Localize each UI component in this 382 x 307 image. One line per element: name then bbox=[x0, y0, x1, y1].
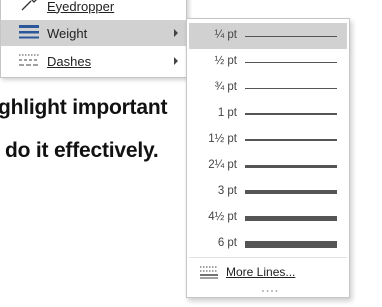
weight-line-sample bbox=[245, 139, 337, 141]
weight-option-half-pt[interactable]: ½ pt bbox=[189, 49, 347, 75]
more-lines-label: More Lines... bbox=[226, 265, 296, 279]
weight-option-label: 1½ pt bbox=[208, 133, 237, 145]
resize-grip-icon[interactable] bbox=[261, 289, 279, 293]
weight-option-3-pt[interactable]: 3 pt bbox=[189, 179, 347, 205]
submenu-arrow-icon bbox=[174, 57, 178, 65]
weight-line-sample bbox=[245, 240, 337, 248]
menu-item-eyedropper[interactable]: Eyedropper bbox=[1, 0, 187, 19]
dashes-icon bbox=[19, 54, 39, 66]
weight-option-6-pt[interactable]: 6 pt bbox=[189, 231, 347, 257]
weight-option-4-5-pt[interactable]: 4½ pt bbox=[189, 205, 347, 231]
weight-line-sample bbox=[245, 61, 337, 63]
weight-line-sample bbox=[245, 215, 337, 221]
weight-option-2-25-pt[interactable]: 2¼ pt bbox=[189, 153, 347, 179]
menu-item-label: Weight bbox=[47, 25, 88, 41]
weight-option-1-5-pt[interactable]: 1½ pt bbox=[189, 127, 347, 153]
menu-item-label: Dashes bbox=[47, 53, 92, 69]
weight-option-label: 4½ pt bbox=[208, 211, 237, 223]
more-lines-option[interactable]: More Lines... bbox=[189, 260, 347, 284]
weight-option-label: ¼ pt bbox=[214, 29, 237, 41]
menu-item-weight[interactable]: Weight bbox=[1, 20, 187, 46]
menu-item-label: Eyedropper bbox=[47, 0, 115, 14]
weight-submenu: ¼ pt ½ pt ¾ pt 1 pt 1½ pt 2¼ pt 3 pt 4½ … bbox=[186, 18, 350, 298]
weight-option-label: ¾ pt bbox=[214, 81, 237, 93]
line-settings-icon bbox=[200, 266, 218, 279]
menu-item-dashes[interactable]: Dashes bbox=[1, 48, 187, 74]
weight-option-label: ½ pt bbox=[214, 55, 237, 67]
weight-option-label: 2¼ pt bbox=[208, 159, 237, 171]
weight-option-quarter-pt[interactable]: ¼ pt bbox=[189, 23, 347, 49]
weight-option-label: 1 pt bbox=[217, 107, 237, 119]
weight-line-sample bbox=[245, 87, 337, 89]
weight-option-three-quarter-pt[interactable]: ¾ pt bbox=[189, 75, 347, 101]
weight-line-sample bbox=[245, 190, 337, 194]
document-text-line-2: do it effectively. bbox=[5, 139, 159, 162]
weight-line-sample bbox=[245, 164, 337, 168]
weight-option-label: 6 pt bbox=[217, 237, 237, 249]
line-weight-icon bbox=[19, 25, 39, 39]
eyedropper-icon bbox=[21, 0, 37, 11]
weight-line-sample bbox=[245, 113, 337, 115]
weight-option-label: 3 pt bbox=[217, 185, 237, 197]
submenu-arrow-icon bbox=[174, 29, 178, 37]
menu-separator bbox=[189, 257, 347, 258]
weight-option-1-pt[interactable]: 1 pt bbox=[189, 101, 347, 127]
weight-line-sample bbox=[245, 35, 337, 37]
outline-context-menu: Eyedropper Weight Dashes bbox=[0, 0, 187, 78]
document-text-line-1: ghlight important bbox=[0, 96, 168, 119]
